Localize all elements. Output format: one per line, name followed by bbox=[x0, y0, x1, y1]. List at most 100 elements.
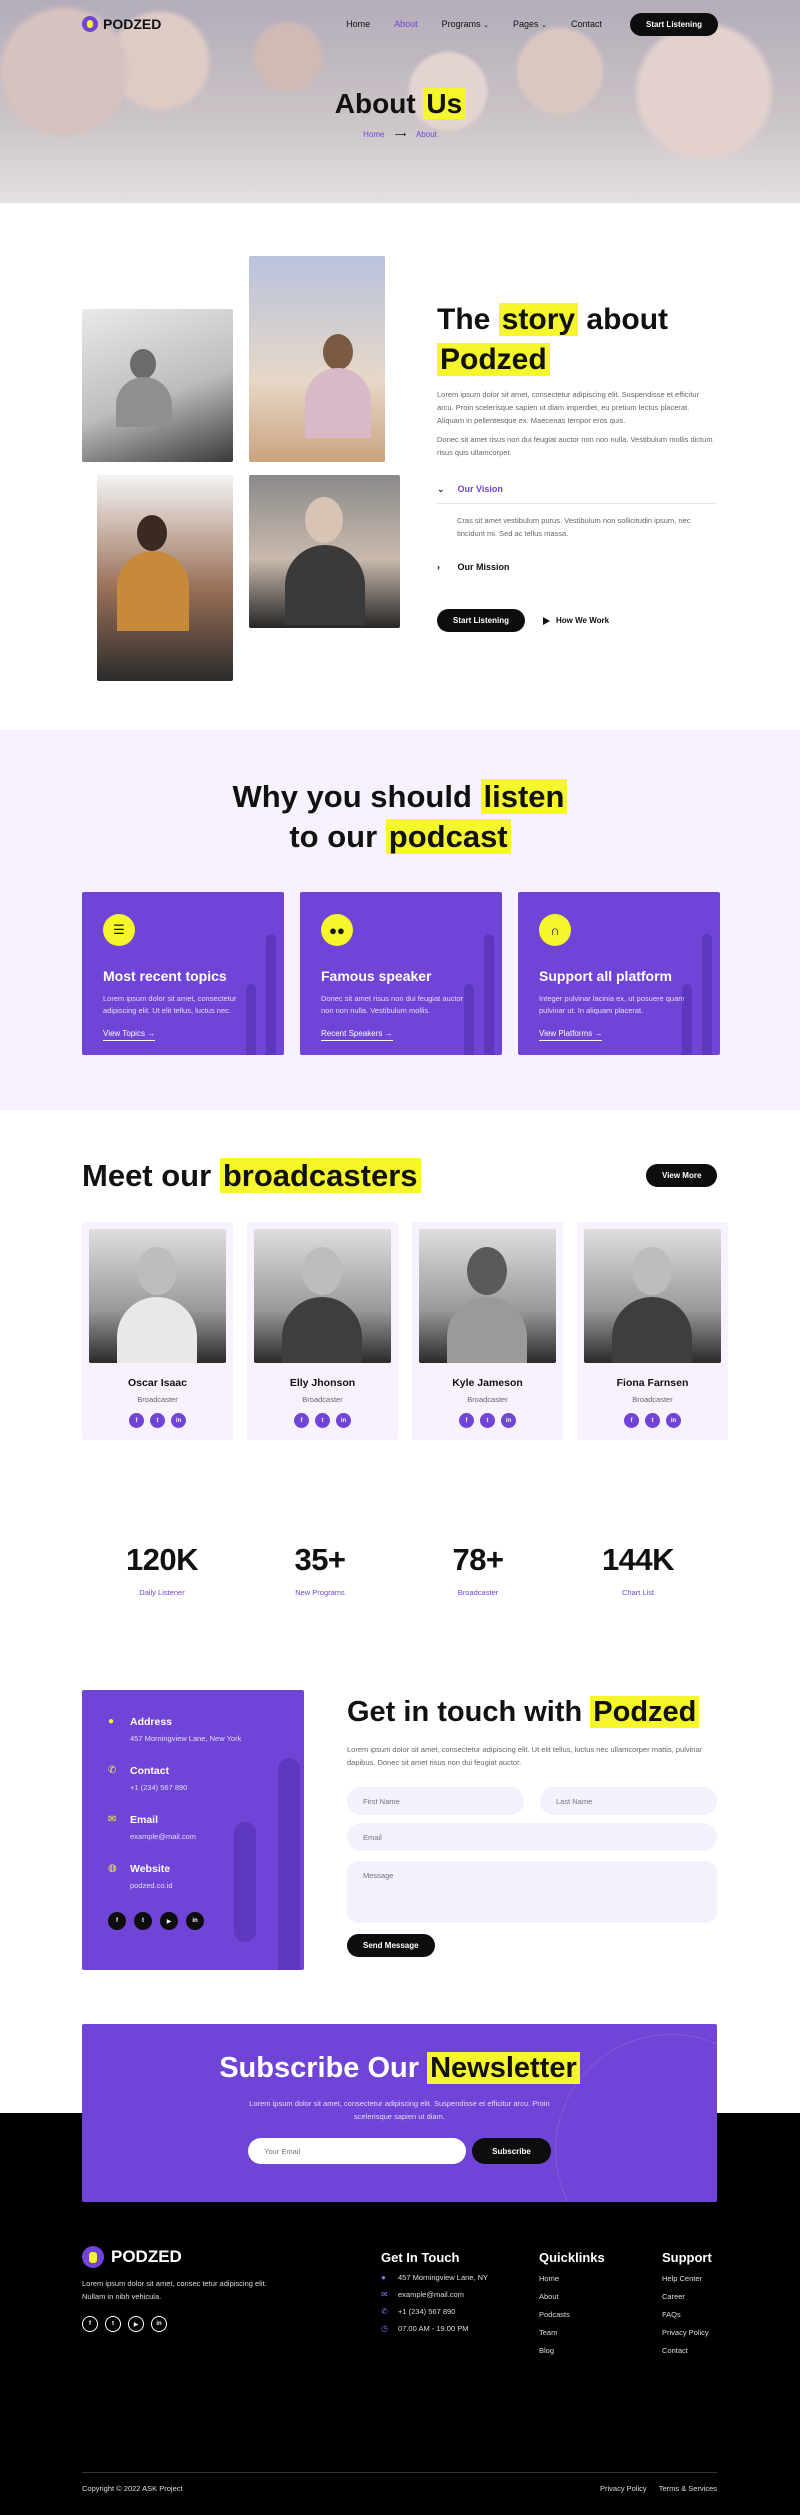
twitter-icon[interactable]: t bbox=[480, 1413, 495, 1428]
youtube-icon[interactable]: ▶ bbox=[128, 2316, 144, 2332]
linkedin-icon[interactable]: in bbox=[171, 1413, 186, 1428]
breadcrumb: Home ⟶ About bbox=[0, 130, 800, 139]
linkedin-icon[interactable]: in bbox=[666, 1413, 681, 1428]
copyright-text: Copyright © 2022 ASK Project bbox=[82, 2484, 183, 2493]
message-field[interactable] bbox=[347, 1861, 717, 1923]
broadcaster-card: Oscar Isaac Broadcaster f t in bbox=[82, 1222, 233, 1440]
view-topics-link[interactable]: View Topics → bbox=[103, 1029, 156, 1041]
twitter-icon[interactable]: t bbox=[645, 1413, 660, 1428]
facebook-icon[interactable]: f bbox=[129, 1413, 144, 1428]
page-title-text: About bbox=[334, 88, 416, 119]
story-title: The story about Podzed bbox=[437, 300, 737, 380]
footer-touch-item: ● 457 Morningview Lane, NY bbox=[381, 2273, 488, 2282]
contact-section: ● Address 457 Morningview Lane, New York … bbox=[0, 1690, 800, 2024]
facebook-icon[interactable]: f bbox=[624, 1413, 639, 1428]
twitter-icon[interactable]: t bbox=[134, 1912, 152, 1930]
headphones-icon: ∩ bbox=[539, 914, 571, 946]
arrow-right-icon: → bbox=[384, 1029, 393, 1038]
logo[interactable]: PODZED bbox=[82, 16, 161, 32]
email-field[interactable] bbox=[347, 1823, 717, 1851]
twitter-icon[interactable]: t bbox=[315, 1413, 330, 1428]
hero-section: PODZED Home About Programs ⌄ Pages ⌄ Con… bbox=[0, 0, 800, 203]
privacy-policy-link[interactable]: Privacy Policy bbox=[600, 2484, 647, 2493]
page-title-highlight: Us bbox=[423, 88, 466, 119]
facebook-icon[interactable]: f bbox=[108, 1912, 126, 1930]
chevron-down-icon: ⌄ bbox=[541, 22, 547, 29]
why-title-1: Why you should bbox=[232, 779, 472, 814]
footer-touch-text: 07.00 AM - 19.00 PM bbox=[398, 2324, 469, 2333]
footer-link[interactable]: Home bbox=[539, 2274, 605, 2283]
breadcrumb-current: About bbox=[415, 130, 437, 139]
last-name-field[interactable] bbox=[540, 1787, 717, 1815]
story-title-highlight-2: Podzed bbox=[437, 343, 550, 376]
nav-item-programs-label: Programs bbox=[441, 19, 481, 29]
broadcaster-photo bbox=[419, 1229, 556, 1363]
twitter-icon[interactable]: t bbox=[105, 2316, 121, 2332]
why-title-highlight-1: listen bbox=[480, 779, 568, 814]
logo-text: PODZED bbox=[103, 16, 162, 32]
woman-podcaster-photo bbox=[249, 256, 385, 462]
view-more-button[interactable]: View More bbox=[646, 1164, 718, 1187]
footer-link[interactable]: Help Center bbox=[662, 2274, 712, 2283]
broadcaster-name: Kyle Jameson bbox=[452, 1377, 523, 1389]
footer-link[interactable]: Privacy Policy bbox=[662, 2328, 712, 2337]
linkedin-icon[interactable]: in bbox=[501, 1413, 516, 1428]
start-listening-button[interactable]: Start Listening bbox=[629, 12, 718, 36]
contact-info-title: Website bbox=[130, 1863, 171, 1875]
footer-link[interactable]: Contact bbox=[662, 2346, 712, 2355]
footer-divider bbox=[82, 2472, 717, 2473]
broadcaster-list: Oscar Isaac Broadcaster f t in Elly Jhon… bbox=[82, 1222, 728, 1440]
start-listening-button[interactable]: Start Listening bbox=[437, 609, 526, 632]
broadcaster-photo bbox=[89, 1229, 226, 1363]
footer-touch-text: example@mail.com bbox=[398, 2290, 464, 2299]
first-name-field[interactable] bbox=[347, 1787, 524, 1815]
breadcrumb-home[interactable]: Home bbox=[363, 130, 384, 139]
story-paragraph-1: Lorem ipsum dolor sit amet, consectetur … bbox=[437, 390, 700, 425]
facebook-icon[interactable]: f bbox=[459, 1413, 474, 1428]
contact-info-title: Address bbox=[130, 1716, 173, 1728]
how-we-work-link[interactable]: How We Work bbox=[543, 616, 609, 625]
nav-item-home[interactable]: Home bbox=[346, 19, 370, 29]
top-nav: PODZED Home About Programs ⌄ Pages ⌄ Con… bbox=[82, 12, 718, 36]
footer-link[interactable]: Blog bbox=[539, 2346, 605, 2355]
facebook-icon[interactable]: f bbox=[82, 2316, 98, 2332]
footer-link[interactable]: FAQs bbox=[662, 2310, 712, 2319]
send-message-button[interactable]: Send Message bbox=[347, 1934, 435, 1957]
twitter-icon[interactable]: t bbox=[150, 1413, 165, 1428]
broadcasters-title-highlight: broadcasters bbox=[219, 1158, 421, 1193]
footer-logo[interactable]: PODZED bbox=[82, 2246, 182, 2268]
broadcaster-role: Broadcaster bbox=[632, 1395, 673, 1404]
nav-item-contact[interactable]: Contact bbox=[571, 19, 602, 29]
accordion-our-vision[interactable]: ⌄ Our Vision bbox=[437, 484, 717, 504]
facebook-icon[interactable]: f bbox=[294, 1413, 309, 1428]
contact-title: Get in touch with Podzed bbox=[347, 1696, 700, 1729]
nav-item-programs[interactable]: Programs ⌄ bbox=[442, 19, 489, 29]
recent-speakers-link[interactable]: Recent Speakers → bbox=[321, 1029, 393, 1041]
terms-link[interactable]: Terms & Services bbox=[659, 2484, 717, 2493]
contact-info-title: Contact bbox=[130, 1765, 170, 1777]
footer-link[interactable]: Career bbox=[662, 2292, 712, 2301]
contact-text: Lorem ipsum dolor sit amet, consectetur … bbox=[347, 1745, 703, 1767]
feature-card: ●● Famous speaker Donec sit amet risus n… bbox=[300, 892, 502, 1055]
nav-item-pages[interactable]: Pages ⌄ bbox=[513, 19, 547, 29]
footer-link[interactable]: About bbox=[539, 2292, 605, 2301]
subscribe-button[interactable]: Subscribe bbox=[472, 2138, 551, 2164]
nav-item-about[interactable]: About bbox=[394, 19, 418, 29]
accordion-our-mission[interactable]: › Our Mission bbox=[437, 562, 717, 572]
broadcaster-role: Broadcaster bbox=[467, 1395, 508, 1404]
stat-number: 35+ bbox=[294, 1542, 346, 1577]
contact-socials: f t ▶ in bbox=[108, 1912, 278, 1930]
stat-number: 120K bbox=[125, 1542, 199, 1577]
view-platforms-link[interactable]: View Platforms → bbox=[539, 1029, 603, 1041]
why-title: Why you should listen to our podcast bbox=[0, 777, 800, 857]
linkedin-icon[interactable]: in bbox=[151, 2316, 167, 2332]
youtube-icon[interactable]: ▶ bbox=[160, 1912, 178, 1930]
clock-icon: ◷ bbox=[381, 2324, 388, 2333]
linkedin-icon[interactable]: in bbox=[186, 1912, 204, 1930]
footer-link[interactable]: Podcasts bbox=[539, 2310, 605, 2319]
newsletter-email-input[interactable] bbox=[248, 2138, 467, 2164]
arrow-right-icon: → bbox=[594, 1029, 603, 1038]
broadcasters-title: Meet our broadcasters bbox=[82, 1158, 421, 1194]
footer-link[interactable]: Team bbox=[539, 2328, 605, 2337]
linkedin-icon[interactable]: in bbox=[336, 1413, 351, 1428]
